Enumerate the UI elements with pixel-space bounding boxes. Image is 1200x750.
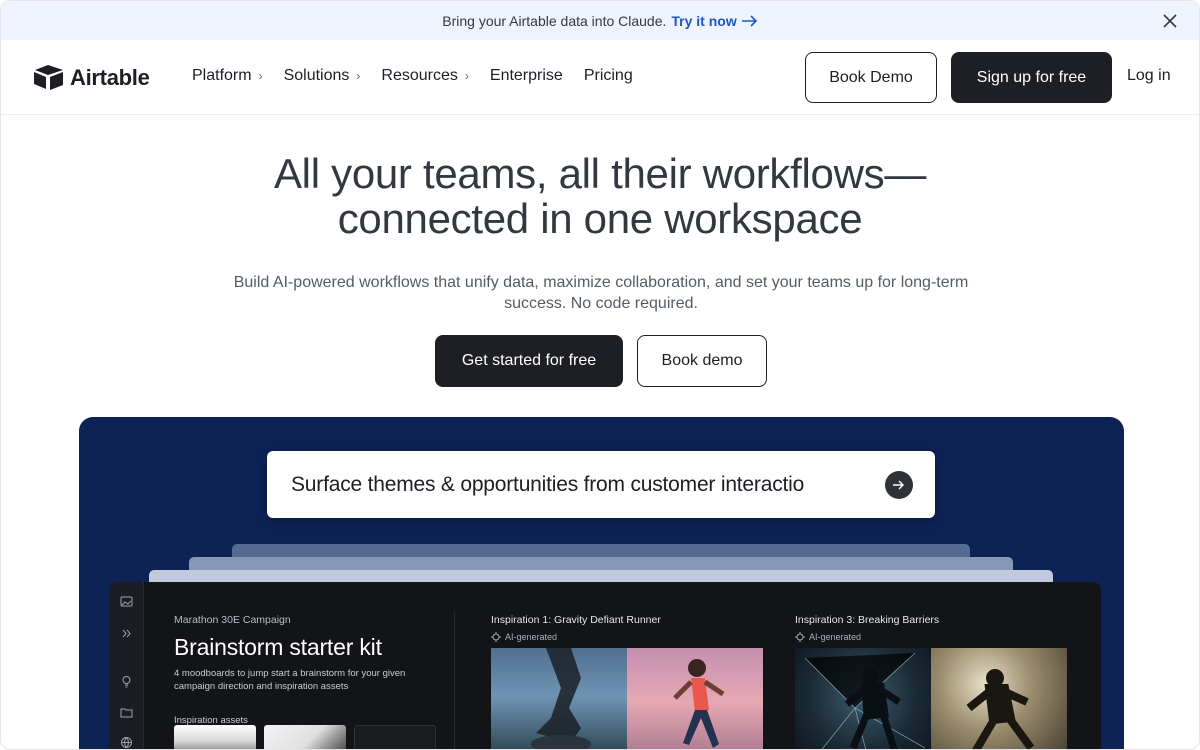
main-navigation: Airtable Platform › Solutions › Resource… xyxy=(1,40,1199,115)
app-sidebar-rail xyxy=(109,582,144,750)
double-chevron-icon[interactable] xyxy=(119,626,134,641)
inspiration-title: Inspiration 3: Breaking Barriers xyxy=(795,614,940,626)
announcement-banner: Bring your Airtable data into Claude. Tr… xyxy=(1,1,1199,40)
lightbulb-icon[interactable] xyxy=(119,674,134,689)
get-started-button[interactable]: Get started for free xyxy=(435,335,623,387)
ai-generated-badge: AI-generated xyxy=(795,632,939,642)
nav-links: Platform › Solutions › Resources › Enter… xyxy=(192,67,654,85)
runner-woman-image xyxy=(627,648,763,749)
nav-item-label: Platform xyxy=(192,67,252,84)
nav-item-solutions[interactable]: Solutions › xyxy=(284,67,361,85)
chevron-right-icon: › xyxy=(258,69,263,83)
banner-text: Bring your Airtable data into Claude. xyxy=(442,12,667,29)
inspiration-images xyxy=(491,648,763,749)
book-demo-button[interactable]: Book Demo xyxy=(805,52,937,103)
airtable-logo[interactable]: Airtable xyxy=(33,64,150,91)
nav-item-label: Solutions xyxy=(283,67,350,84)
app-preview-window: Marathon 30E Campaign Brainstorm starter… xyxy=(109,582,1101,750)
shattered-glass-runner-image xyxy=(795,648,931,749)
campaign-name: Marathon 30E Campaign xyxy=(174,614,291,626)
folder-icon[interactable] xyxy=(119,705,134,720)
hero-title: All your teams, all their workflows— con… xyxy=(1,151,1199,241)
nav-item-resources[interactable]: Resources › xyxy=(381,67,468,85)
close-icon[interactable] xyxy=(1161,12,1179,30)
inspiration-images xyxy=(795,648,1067,749)
image-icon[interactable] xyxy=(119,594,134,609)
kit-description: 4 moodboards to jump start a brainstorm … xyxy=(174,668,406,692)
kit-title: Brainstorm starter kit xyxy=(174,634,382,660)
column-divider xyxy=(454,612,455,749)
airtable-logo-icon xyxy=(34,65,63,90)
nav-item-label: Resources xyxy=(381,67,458,84)
nav-item-pricing[interactable]: Pricing xyxy=(584,67,633,85)
hero-title-line-2: connected in one workspace xyxy=(337,195,863,242)
ai-generated-badge: AI-generated xyxy=(491,632,661,642)
runner-shoes-image xyxy=(491,648,627,749)
banner-cta-label: Try it now xyxy=(671,12,737,29)
book-demo-hero-button[interactable]: Book demo xyxy=(637,335,767,387)
sign-up-button[interactable]: Sign up for free xyxy=(951,52,1112,103)
brainstorm-panel: Marathon 30E Campaign Brainstorm starter… xyxy=(174,614,454,726)
arrow-right-icon xyxy=(893,480,904,490)
banner-cta-link[interactable]: Try it now xyxy=(671,13,757,29)
page: Bring your Airtable data into Claude. Tr… xyxy=(0,0,1200,750)
sparkle-icon xyxy=(795,632,805,642)
logo-wordmark: Airtable xyxy=(70,64,150,90)
nav-item-enterprise[interactable]: Enterprise xyxy=(490,67,563,85)
badge-label: AI-generated xyxy=(809,632,862,642)
log-in-link[interactable]: Log in xyxy=(1127,67,1171,85)
silhouette-runner-image xyxy=(931,648,1067,749)
globe-icon[interactable] xyxy=(119,735,134,750)
hero-title-line-1: All your teams, all their workflows— xyxy=(273,150,927,197)
inspiration-card[interactable]: Inspiration 1: Gravity Defiant Runner AI… xyxy=(491,614,763,749)
asset-thumbnail[interactable] xyxy=(354,725,436,749)
inspiration-title: Inspiration 1: Gravity Defiant Runner xyxy=(491,614,661,626)
asset-thumbnail[interactable] xyxy=(264,725,346,749)
ai-prompt-input[interactable]: Surface themes & opportunities from cust… xyxy=(267,451,935,518)
asset-thumbnail[interactable] xyxy=(174,725,256,749)
prompt-text: Surface themes & opportunities from cust… xyxy=(291,472,805,496)
badge-label: AI-generated xyxy=(505,632,558,642)
inspiration-card[interactable]: Inspiration 3: Breaking Barriers AI-gene… xyxy=(795,614,1067,749)
sparkle-icon xyxy=(491,632,501,642)
hero-subtitle: Build AI-powered workflows that unify da… xyxy=(233,274,969,312)
nav-item-label: Pricing xyxy=(583,67,633,84)
product-showcase: Surface themes & opportunities from cust… xyxy=(79,417,1124,750)
prompt-submit-button[interactable] xyxy=(885,471,913,499)
arrow-right-icon xyxy=(741,14,757,27)
nav-item-platform[interactable]: Platform › xyxy=(192,67,263,85)
chevron-right-icon: › xyxy=(356,69,361,83)
nav-item-label: Enterprise xyxy=(489,67,563,84)
chevron-right-icon: › xyxy=(464,69,469,83)
